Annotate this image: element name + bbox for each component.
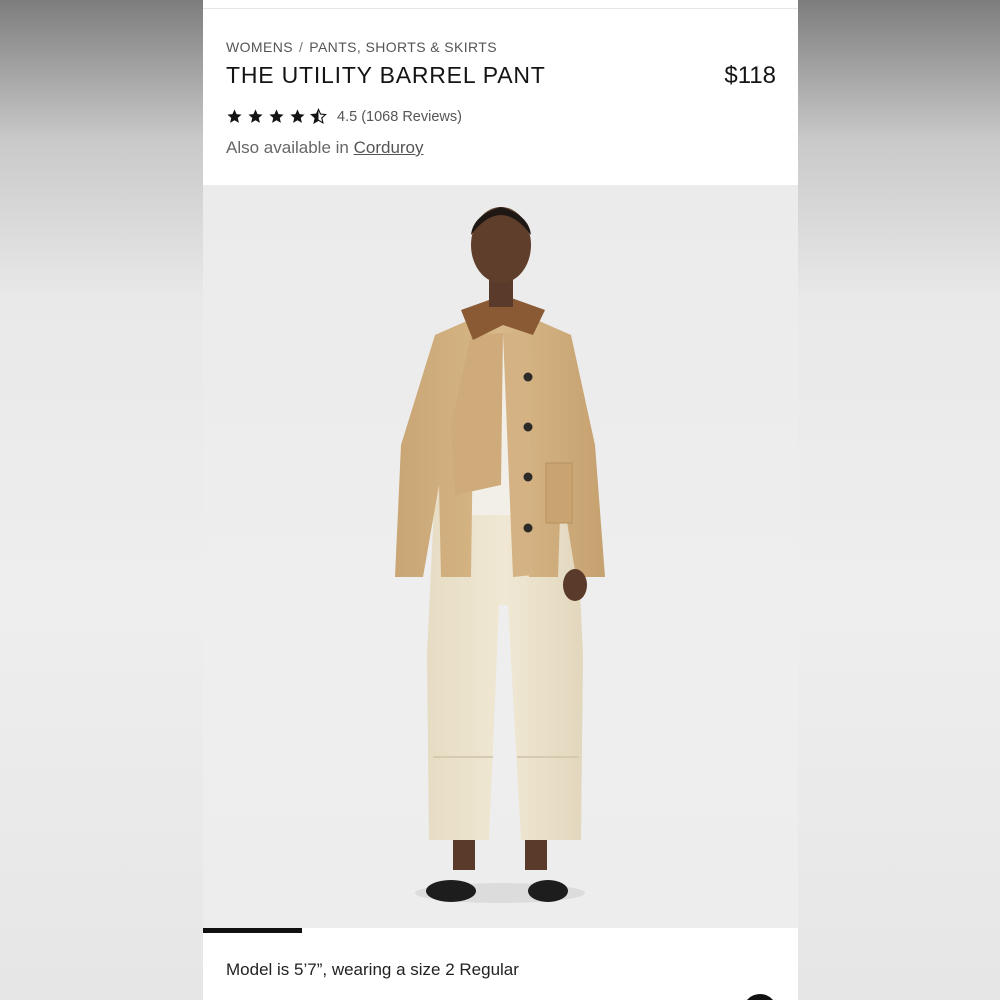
product-price: $118: [724, 62, 776, 89]
breadcrumb-separator: /: [298, 39, 304, 55]
top-divider: [203, 8, 798, 9]
product-page: WOMENS / PANTS, SHORTS & SKIRTS THE UTIL…: [203, 0, 798, 1000]
gallery-progress: [203, 928, 798, 933]
gallery-progress-fill: [203, 928, 303, 933]
background-blur-left: [0, 0, 203, 1000]
reviews-count: (1068 Reviews): [361, 108, 462, 125]
star-full-icon: [269, 109, 284, 123]
product-header: WOMENS / PANTS, SHORTS & SKIRTS THE UTIL…: [226, 38, 776, 157]
corduroy-link[interactable]: Corduroy: [354, 138, 424, 157]
star-rating: [226, 108, 327, 125]
model-info: Model is 5’7”, wearing a size 2 Regular: [226, 960, 519, 979]
chat-button[interactable]: [743, 994, 777, 1000]
breadcrumb-womens[interactable]: WOMENS: [226, 39, 293, 55]
breadcrumb: WOMENS / PANTS, SHORTS & SKIRTS: [226, 38, 776, 56]
rating-value: 4.5: [337, 108, 358, 125]
star-full-icon: [290, 109, 305, 123]
breadcrumb-pants-shorts-skirts[interactable]: PANTS, SHORTS & SKIRTS: [309, 39, 497, 55]
star-half-icon: [310, 108, 327, 125]
star-full-icon: [227, 109, 242, 123]
background-blur-right: [798, 0, 1000, 1000]
title-row: THE UTILITY BARREL PANT $118: [226, 62, 776, 90]
rating-text: 4.5 (1068 Reviews): [337, 109, 462, 125]
product-image[interactable]: [203, 185, 798, 928]
product-photo-illustration: [395, 207, 605, 903]
product-title: THE UTILITY BARREL PANT: [226, 62, 546, 88]
star-full-icon: [248, 109, 263, 123]
also-available: Also available in Corduroy: [226, 138, 424, 158]
rating-summary[interactable]: 4.5 (1068 Reviews): [226, 108, 462, 125]
also-available-label: Also available in: [226, 138, 349, 157]
